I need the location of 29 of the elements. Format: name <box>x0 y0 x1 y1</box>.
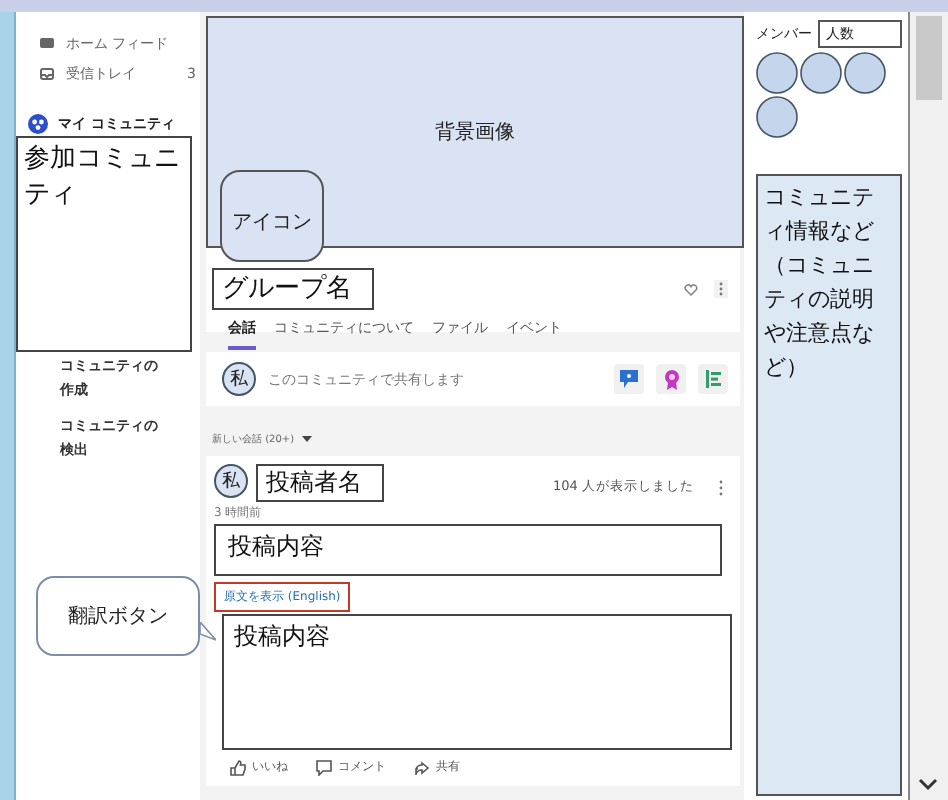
avatar: 私 <box>214 464 248 498</box>
chat-bubble-icon[interactable] <box>620 370 638 388</box>
caret-icon <box>302 436 313 442</box>
community-info-box: コミュニティ情報など（コミュニティの説明や注意点など） <box>756 174 902 796</box>
share-icon <box>414 759 430 775</box>
avatar: 私 <box>222 362 256 396</box>
member-avatar-icon <box>756 52 798 94</box>
more-options-icon[interactable] <box>718 480 724 496</box>
comment-icon <box>316 759 332 775</box>
joined-communities-box: 参加コミュニティ <box>16 136 192 352</box>
placeholder-label: アイコン <box>232 210 312 236</box>
author-name-box: 投稿者名 <box>256 464 384 502</box>
scrollbar-thumb[interactable] <box>916 16 942 100</box>
group-name-box: グループ名 <box>212 268 374 310</box>
inbox-icon <box>40 67 54 79</box>
heart-icon[interactable] <box>684 283 698 295</box>
ribbon-icon[interactable] <box>663 369 679 389</box>
more-options-icon <box>714 280 728 298</box>
post-content-box: 投稿内容 <box>214 524 722 576</box>
list-icon[interactable] <box>705 370 721 388</box>
community-icon <box>28 114 48 134</box>
thumbs-up-icon <box>230 759 246 775</box>
scroll-down-icon[interactable] <box>918 778 938 792</box>
member-avatar-icon <box>800 52 842 94</box>
translated-content-box: 投稿内容 <box>222 614 732 750</box>
feed-icon <box>40 38 54 48</box>
placeholder-label: 背景画像 <box>435 119 515 146</box>
member-avatar-icon <box>756 96 798 138</box>
member-avatar-icon <box>844 52 886 94</box>
